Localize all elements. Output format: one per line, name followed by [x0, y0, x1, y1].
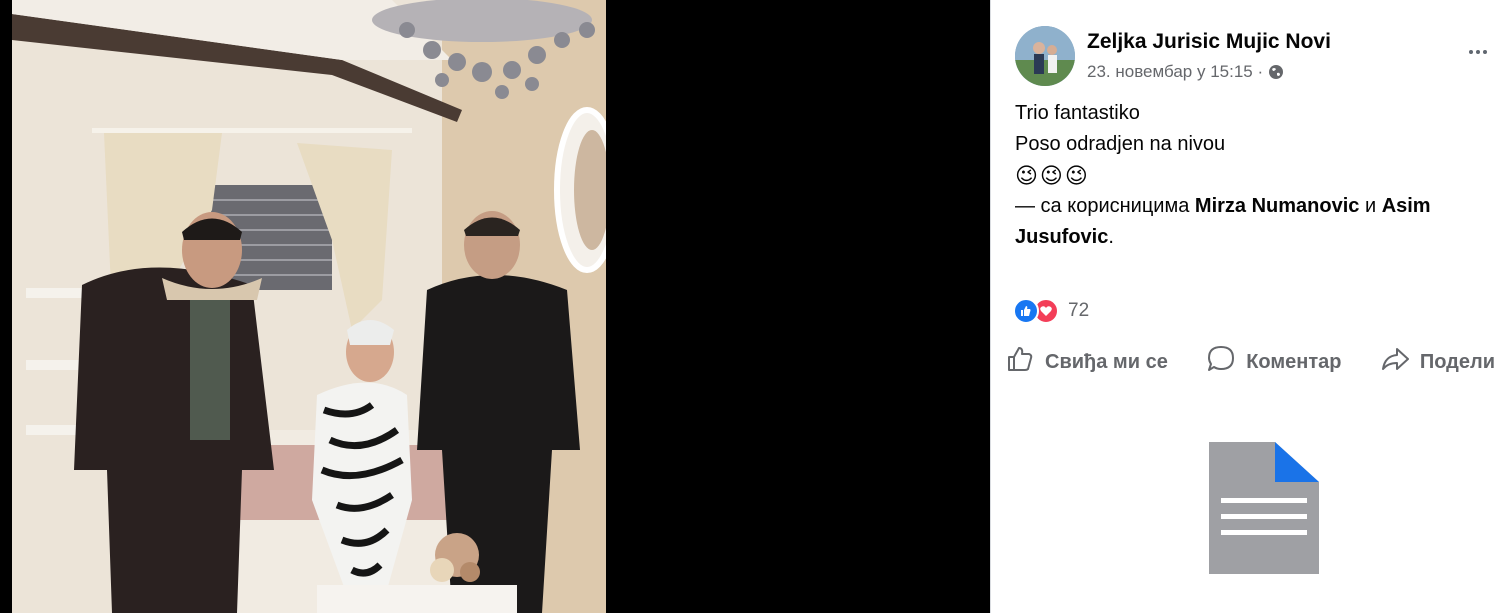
share-button[interactable]: Подели [1380, 342, 1495, 382]
tag-prefix: — са корисницима [1015, 195, 1195, 217]
more-options-icon[interactable] [1463, 42, 1493, 62]
timestamp[interactable]: 23. новембар у 15:15 · [1087, 62, 1263, 82]
photo-illustration [12, 0, 606, 613]
tag-suffix: . [1108, 226, 1114, 248]
photo-viewer [0, 0, 990, 613]
tag-and: и [1359, 195, 1382, 217]
avatar[interactable] [1015, 26, 1075, 86]
reactions-summary[interactable]: 72 [1013, 298, 1089, 324]
comment-icon [1206, 344, 1236, 380]
action-bar: Свиђа ми се Коментар Подели [1005, 342, 1495, 382]
document-icon [1209, 442, 1319, 574]
thumbs-up-icon [1005, 344, 1035, 380]
post-text: Trio fantastiko Poso odradjen na nivou 😉… [1015, 98, 1491, 253]
share-label: Подели [1419, 350, 1495, 373]
like-label: Свиђа ми се [1045, 350, 1168, 373]
author-name[interactable]: Zeljka Jurisic Mujic Novi [1087, 30, 1331, 54]
like-reaction-icon [1013, 298, 1039, 324]
reaction-count: 72 [1068, 300, 1090, 321]
globe-icon[interactable] [1268, 64, 1284, 80]
post-panel: Zeljka Jurisic Mujic Novi 23. новембар у… [990, 0, 1499, 613]
post-photo[interactable] [12, 0, 606, 613]
tagged-users: — са корисницима Mirza Numanovic и Asim … [1015, 191, 1491, 253]
share-icon [1380, 344, 1410, 380]
post-line: Trio fantastiko [1015, 102, 1140, 124]
emoji-line: 😉😉😉 [1015, 163, 1090, 188]
comment-label: Коментар [1246, 350, 1342, 373]
like-button[interactable]: Свиђа ми се [1005, 342, 1168, 382]
comment-button[interactable]: Коментар [1206, 342, 1341, 382]
post-meta: 23. новембар у 15:15 · [1087, 62, 1284, 82]
tagged-user-link[interactable]: Mirza Numanovic [1195, 195, 1359, 217]
post-line: Poso odradjen na nivou [1015, 133, 1226, 155]
